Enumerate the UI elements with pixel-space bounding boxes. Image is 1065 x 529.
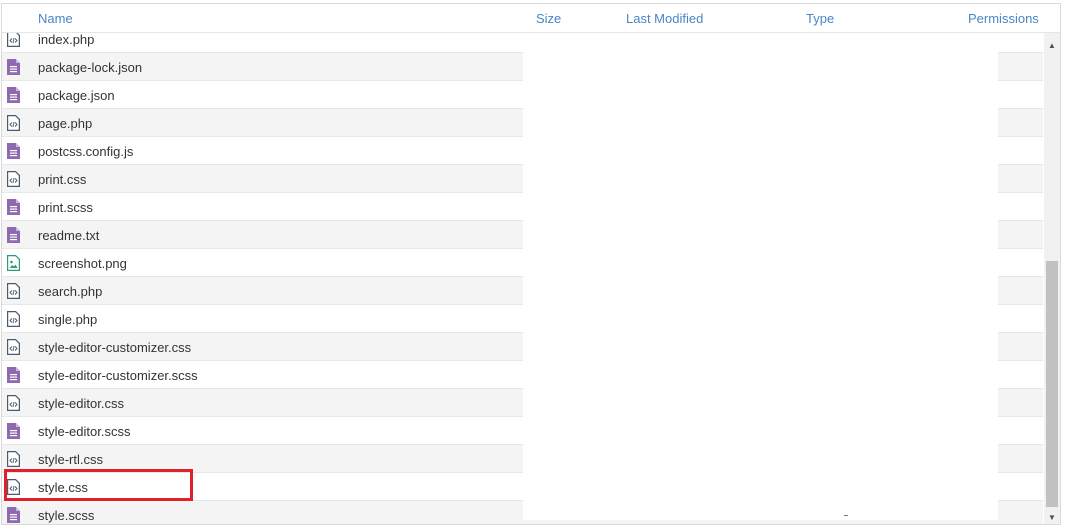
code-file-icon	[7, 171, 20, 187]
vertical-scrollbar[interactable]: ▲ ▼	[1044, 33, 1060, 524]
file-name[interactable]: screenshot.png	[38, 256, 127, 271]
column-header-name[interactable]: Name	[38, 11, 73, 26]
file-manager-panel: index.php package-lock.json package.json pa…	[1, 3, 1061, 525]
text-file-icon	[7, 87, 20, 103]
image-file-icon	[7, 255, 20, 271]
code-file-icon	[7, 115, 20, 131]
text-file-icon	[7, 227, 20, 243]
text-file-icon	[7, 423, 20, 439]
blank-details-area	[523, 33, 998, 520]
scroll-up-arrow-icon[interactable]: ▲	[1044, 37, 1060, 54]
text-file-icon	[7, 367, 20, 383]
file-name[interactable]: search.php	[38, 284, 102, 299]
file-name[interactable]: index.php	[38, 32, 94, 47]
file-name[interactable]: print.scss	[38, 200, 93, 215]
file-name[interactable]: style.scss	[38, 508, 94, 523]
file-name[interactable]: print.css	[38, 172, 86, 187]
text-file-icon	[7, 507, 20, 523]
column-header-last-modified[interactable]: Last Modified	[626, 11, 703, 26]
code-file-icon	[7, 311, 20, 327]
text-file-icon	[7, 143, 20, 159]
file-name[interactable]: style-editor.scss	[38, 424, 130, 439]
file-name[interactable]: postcss.config.js	[38, 144, 133, 159]
code-file-icon	[7, 451, 20, 467]
code-file-icon	[7, 31, 20, 47]
file-name[interactable]: style-editor-customizer.css	[38, 340, 191, 355]
file-list-header: Name Size Last Modified Type Permissions	[2, 4, 1060, 33]
code-file-icon	[7, 395, 20, 411]
column-header-type[interactable]: Type	[806, 11, 834, 26]
divider-mark	[844, 515, 848, 516]
code-file-icon	[7, 339, 20, 355]
scrollbar-thumb[interactable]	[1046, 261, 1058, 507]
file-name[interactable]: single.php	[38, 312, 97, 327]
file-name[interactable]: style-editor.css	[38, 396, 124, 411]
file-name[interactable]: package.json	[38, 88, 115, 103]
file-name[interactable]: package-lock.json	[38, 60, 142, 75]
text-file-icon	[7, 59, 20, 75]
column-header-permissions[interactable]: Permissions	[968, 11, 1039, 26]
file-name[interactable]: style-editor-customizer.scss	[38, 368, 198, 383]
file-name[interactable]: style-rtl.css	[38, 452, 103, 467]
file-name[interactable]: readme.txt	[38, 228, 99, 243]
file-name[interactable]: page.php	[38, 116, 92, 131]
selection-highlight-box	[4, 469, 193, 501]
column-header-size[interactable]: Size	[536, 11, 561, 26]
text-file-icon	[7, 199, 20, 215]
code-file-icon	[7, 283, 20, 299]
scroll-down-arrow-icon[interactable]: ▼	[1044, 509, 1060, 524]
